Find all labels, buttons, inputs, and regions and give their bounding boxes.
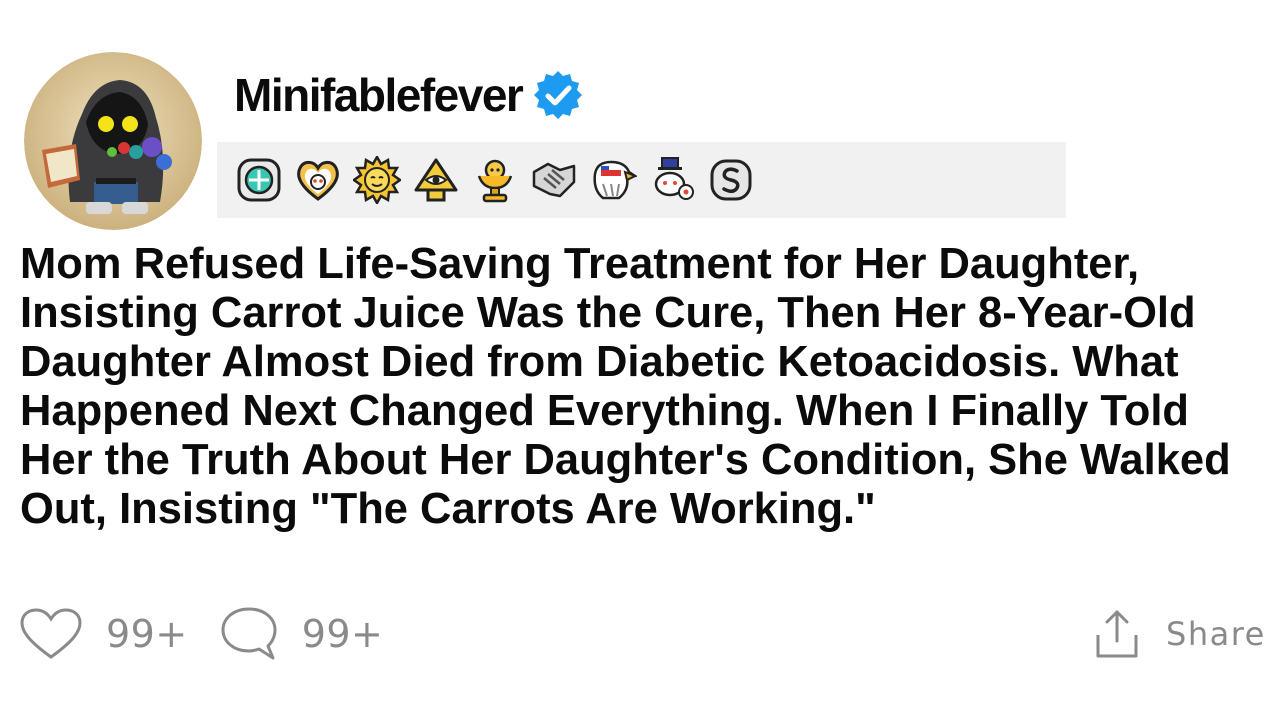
heart-snoo-award-icon[interactable]	[294, 156, 342, 204]
comment-button[interactable]: 99+	[220, 606, 384, 662]
eagle-award-icon[interactable]	[589, 156, 637, 204]
sun-face-award-icon[interactable]	[353, 156, 401, 204]
share-icon	[1096, 610, 1138, 658]
verified-badge-icon	[534, 71, 583, 119]
like-button[interactable]: 99+	[20, 608, 188, 660]
post-title[interactable]: Mom Refused Life-Saving Treatment for He…	[20, 240, 1260, 534]
comment-bubble-icon	[221, 607, 277, 660]
heart-icon	[20, 608, 82, 659]
hooded-figure-avatar-icon	[24, 52, 202, 230]
post-actions: 99+ 99+	[20, 606, 383, 662]
handshake-award-icon[interactable]	[530, 156, 578, 204]
top-hat-snoo-award-icon[interactable]	[648, 156, 696, 204]
pyramid-eye-award-icon[interactable]	[412, 156, 460, 204]
share-label: Share	[1166, 615, 1266, 653]
author-name[interactable]: Minifablefever	[234, 68, 524, 122]
share-button[interactable]: Share	[1094, 608, 1266, 660]
gold-trophy-award-icon[interactable]	[471, 156, 519, 204]
like-count: 99+	[106, 612, 188, 656]
silver-s-award-icon[interactable]	[707, 156, 755, 204]
avatar[interactable]	[24, 52, 202, 230]
awards-bar	[217, 142, 1066, 218]
comment-count: 99+	[301, 612, 384, 656]
rocket-badge-award-icon[interactable]	[235, 156, 283, 204]
author-row: Minifablefever	[234, 66, 584, 124]
